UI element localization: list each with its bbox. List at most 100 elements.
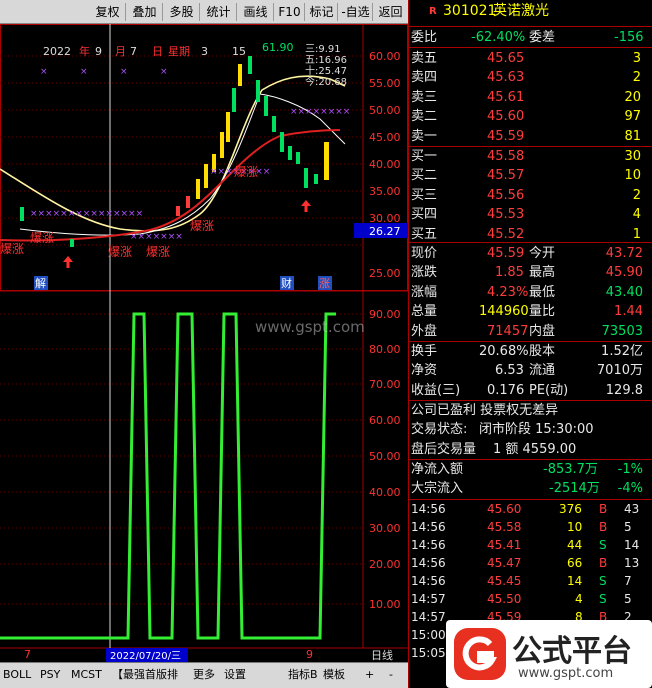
svg-text:财: 财 [281, 276, 292, 290]
svg-text:15: 15 [232, 45, 246, 58]
logo-url: www.gspt.com [518, 666, 614, 681]
tab-custom-formula[interactable]: 【最强首版排 [112, 666, 178, 683]
svg-text:45.00: 45.00 [369, 131, 401, 144]
toolbar-back-button[interactable]: 返回 [374, 3, 407, 21]
ask-row[interactable]: 卖三 45.61 20 [409, 88, 652, 107]
bid-row[interactable]: 买一 45.58 30 [409, 147, 652, 166]
tab-indicator-b[interactable]: 指标B [288, 666, 318, 683]
svg-text:三:9.91: 三:9.91 [305, 44, 341, 55]
svg-text:2022/07/20/三: 2022/07/20/三 [110, 651, 181, 662]
toolbar-overlay-button[interactable]: 叠加 [127, 3, 163, 21]
x-axis-left-mark: 7 [24, 648, 31, 661]
indicator-tab-bar: BOLL PSY MCST 【最强首版排 更多 设置 指标B 模板 + - [0, 662, 408, 688]
trade-status: 交易状态: 闭市阶段 15:30:00 [411, 422, 594, 438]
kline-chart-area[interactable]: ××××××××××××××× ××××××× ×××××××× ×××××××… [0, 24, 408, 662]
quote-row: 涨跌 1.85 最高 45.90 [411, 265, 643, 281]
svg-text:60.00: 60.00 [369, 414, 401, 427]
toolbar-stats-button[interactable]: 统计 [201, 3, 237, 21]
svg-text:星期: 星期 [168, 45, 190, 58]
quote-row: 外盘 71457 内盘 73503 [411, 323, 643, 339]
indicator-line [0, 312, 336, 640]
watermark-text: www.gspt.com [255, 318, 365, 336]
svg-text:55.00: 55.00 [369, 77, 401, 90]
tab-boll[interactable]: BOLL [3, 666, 31, 683]
toolbar-fuquan-button[interactable]: 复权 [90, 3, 126, 21]
ma-line-yellow [0, 75, 346, 232]
net-inflow-row: 净流入额 -853.7万 -1% [411, 462, 643, 477]
period-label: 日线 [371, 648, 393, 662]
svg-text:×: × [120, 67, 128, 77]
signal-label: 爆涨 [234, 164, 258, 179]
svg-text:月: 月 [115, 45, 126, 58]
svg-text:7: 7 [130, 45, 137, 58]
tab-more[interactable]: 更多 [193, 666, 215, 683]
svg-text:25.00: 25.00 [369, 267, 401, 280]
toolbar-f10-button[interactable]: F10 [275, 3, 305, 21]
svg-text:2022: 2022 [43, 45, 71, 58]
svg-text:80.00: 80.00 [369, 343, 401, 356]
tab-add-button[interactable]: + [365, 666, 374, 683]
gspt-logo: 公式平台 www.gspt.com [446, 620, 652, 688]
tick-row: 14:56 45.58 10 B 5 [411, 520, 632, 534]
toolbar-draw-button[interactable]: 画线 [238, 3, 274, 21]
tick-row: 14:56 45.47 66 B 13 [411, 556, 640, 570]
order-stats-row: 委比 -62.40% 委差 -156 [411, 30, 644, 45]
svg-text:×: × [80, 67, 88, 77]
svg-text:××××××××: ×××××××× [290, 107, 350, 117]
svg-text:26.27: 26.27 [369, 225, 401, 238]
svg-text:50.00: 50.00 [369, 450, 401, 463]
tick-row: 14:56 45.45 14 S 7 [411, 574, 632, 588]
tab-template[interactable]: 模板 [323, 666, 345, 683]
svg-text:60.00: 60.00 [369, 50, 401, 63]
tick-row: 14:57 45.50 4 S 5 [411, 592, 632, 606]
signal-label: 爆涨 [146, 244, 170, 259]
profit-note: 公司已盈利 投票权无差异 [411, 403, 559, 418]
tab-remove-button[interactable]: - [389, 666, 393, 683]
toolbar-mark-button[interactable]: 标记 [306, 3, 338, 21]
stock-code: 301021 [443, 3, 497, 19]
svg-text:日: 日 [152, 45, 163, 58]
bid-row[interactable]: 买四 45.53 4 [409, 205, 652, 224]
svg-text:今:20.68: 今:20.68 [305, 75, 347, 88]
svg-text:35.00: 35.00 [369, 185, 401, 198]
ask-row[interactable]: 卖五 45.65 3 [409, 49, 652, 68]
svg-text:×××××××××××××××: ××××××××××××××× [30, 209, 143, 219]
ask-row[interactable]: 卖二 45.60 97 [409, 107, 652, 126]
tab-mcst[interactable]: MCST [71, 666, 102, 683]
fundamental-row: 净资 6.53 流通 7010万 [411, 363, 643, 379]
tick-row: 14:56 45.41 44 S 14 [411, 538, 640, 552]
tab-settings[interactable]: 设置 [224, 666, 246, 683]
ask-row[interactable]: 卖一 45.59 81 [409, 127, 652, 146]
quote-row: 现价 45.59 今开 43.72 [411, 246, 643, 261]
stock-name: 英诺激光 [493, 3, 549, 19]
chart-toolbar: 复权 叠加 多股 统计 画线 F10 标记 -自选 返回 [0, 0, 408, 24]
svg-text:40.00: 40.00 [369, 486, 401, 499]
quote-row: 涨幅 4.23% 最低 43.40 [411, 284, 643, 300]
tab-psy[interactable]: PSY [40, 666, 60, 683]
tick-row: 14:56 45.60 376 B 43 [411, 502, 640, 516]
svg-text:50.00: 50.00 [369, 104, 401, 117]
signal-label: 爆涨 [0, 241, 24, 256]
svg-text:20.00: 20.00 [369, 558, 401, 571]
svg-text:30.00: 30.00 [369, 522, 401, 535]
signal-label: 爆涨 [108, 244, 132, 259]
x-axis-right-mark: 9 [306, 648, 313, 661]
quote-row: 总量 144960 量比 1.44 [411, 304, 643, 320]
svg-text:涨: 涨 [319, 277, 330, 290]
indicator-axis-labels: 90.00 80.00 70.00 60.00 50.00 40.00 30.0… [369, 308, 401, 611]
svg-text:61.90: 61.90 [262, 41, 294, 54]
fundamental-row: 收益(三) 0.176 PE(动) 129.8 [411, 382, 643, 398]
quote-panel: R 301021 英诺激光 委比 -62.40% 委差 -156 卖五 45.6… [408, 0, 652, 688]
bid-row[interactable]: 买二 45.57 10 [409, 166, 652, 185]
block-inflow-row: 大宗流入 -2514万 -4% [411, 481, 643, 497]
toolbar-multistock-button[interactable]: 多股 [164, 3, 200, 21]
bid-row[interactable]: 买三 45.56 2 [409, 186, 652, 205]
stock-title: R 301021 英诺激光 [409, 2, 652, 24]
svg-text:×: × [160, 67, 168, 77]
toolbar-watchlist-button[interactable]: -自选 [339, 3, 373, 21]
svg-text:十:25.47: 十:25.47 [305, 64, 347, 77]
svg-text:×: × [40, 67, 48, 77]
svg-text:3: 3 [201, 45, 208, 58]
ask-row[interactable]: 卖四 45.63 2 [409, 68, 652, 87]
gspt-logo-icon [454, 628, 506, 680]
